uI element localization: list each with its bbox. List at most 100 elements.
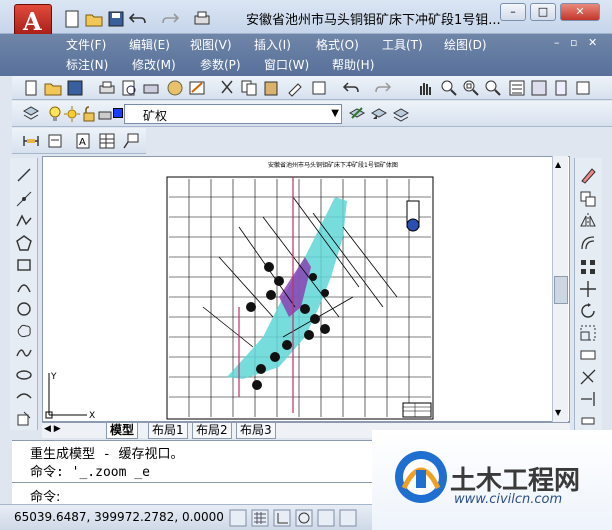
- match-properties-icon[interactable]: [286, 79, 304, 97]
- scroll-down-icon[interactable]: ▼: [555, 408, 561, 417]
- menu-parametric[interactable]: 参数(P): [200, 56, 241, 73]
- menu-dimension[interactable]: 标注(N): [66, 56, 108, 73]
- menu-file[interactable]: 文件(F): [66, 36, 106, 53]
- stretch-tool-icon[interactable]: [579, 346, 597, 364]
- plot-icon[interactable]: [192, 10, 212, 28]
- construction-line-icon[interactable]: [15, 190, 33, 208]
- break-tool-icon[interactable]: [579, 412, 597, 430]
- ellipse-tool-icon[interactable]: [15, 366, 33, 384]
- menu-format[interactable]: 格式(O): [316, 36, 359, 53]
- drafting-toggles[interactable]: [228, 509, 368, 527]
- doc-window-controls[interactable]: – ▫ ✕: [550, 36, 610, 52]
- copy-object-icon[interactable]: [579, 190, 597, 208]
- command-history-line-1: 重生成模型 - 缓存视口。: [30, 447, 184, 462]
- undo-icon[interactable]: [128, 10, 148, 28]
- line-tool-icon[interactable]: [15, 166, 33, 184]
- layer-thaw-sun-icon[interactable]: [64, 106, 80, 122]
- scroll-up-icon[interactable]: ▲: [555, 160, 561, 169]
- save-icon[interactable]: [106, 10, 126, 28]
- tab-scroll-icons[interactable]: ◀ ▶: [44, 424, 61, 434]
- open-icon[interactable]: [44, 79, 62, 97]
- layer-plot-icon[interactable]: [98, 106, 112, 122]
- move-tool-icon[interactable]: [579, 280, 597, 298]
- layer-properties-icon[interactable]: [22, 105, 40, 123]
- menu-draw[interactable]: 绘图(D): [444, 36, 487, 53]
- erase-tool-icon[interactable]: [579, 166, 597, 184]
- layer-color-swatch: [113, 108, 123, 118]
- spline-tool-icon[interactable]: [15, 344, 33, 362]
- menu-help[interactable]: 帮助(H): [332, 56, 374, 73]
- text-style-icon[interactable]: A: [74, 132, 92, 150]
- scroll-thumb[interactable]: [554, 276, 568, 304]
- redo-toolbar-icon[interactable]: [374, 79, 392, 97]
- new-file-icon[interactable]: [62, 10, 82, 28]
- linear-dimension-icon[interactable]: [22, 132, 40, 150]
- drawing-area[interactable]: 安徽省池州市马头铜钼矿床下冲矿段1号钼矿体图 Y X: [42, 156, 570, 422]
- insert-block-icon[interactable]: [15, 410, 33, 428]
- polygon-tool-icon[interactable]: [15, 234, 33, 252]
- mirror-tool-icon[interactable]: [579, 212, 597, 230]
- cut-icon[interactable]: [218, 79, 236, 97]
- zoom-previous-icon[interactable]: [484, 79, 502, 97]
- layer-dropdown[interactable]: 矿权 ▼: [124, 104, 342, 124]
- tab-layout1[interactable]: 布局1: [148, 423, 188, 439]
- restore-button[interactable]: □: [530, 3, 556, 21]
- etransmit-icon[interactable]: [188, 79, 206, 97]
- layer-on-bulb-icon[interactable]: [48, 106, 62, 122]
- chevron-down-icon[interactable]: ▼: [331, 108, 339, 119]
- menu-edit[interactable]: 编辑(E): [129, 36, 170, 53]
- tab-layout2[interactable]: 布局2: [192, 423, 232, 439]
- circle-tool-icon[interactable]: [15, 300, 33, 318]
- make-object-layer-current-icon[interactable]: [348, 105, 366, 123]
- menu-modify[interactable]: 修改(M): [132, 56, 176, 73]
- zoom-window-icon[interactable]: [462, 79, 480, 97]
- plot-preview-icon[interactable]: [120, 79, 138, 97]
- scale-tool-icon[interactable]: [579, 324, 597, 342]
- array-tool-icon[interactable]: [579, 258, 597, 276]
- arc-tool-icon[interactable]: [15, 278, 33, 296]
- layer-states-icon[interactable]: [392, 105, 410, 123]
- revision-cloud-icon[interactable]: [15, 322, 33, 340]
- rotate-tool-icon[interactable]: [579, 302, 597, 320]
- block-editor-icon[interactable]: [310, 79, 328, 97]
- open-folder-icon[interactable]: [84, 10, 104, 28]
- menu-tools[interactable]: 工具(T): [382, 36, 423, 53]
- layer-unlock-icon[interactable]: [82, 106, 96, 122]
- menu-window[interactable]: 窗口(W): [264, 56, 309, 73]
- ellipse-arc-tool-icon[interactable]: [15, 388, 33, 406]
- multileader-style-icon[interactable]: [122, 132, 140, 150]
- 3d-dwf-icon[interactable]: [166, 79, 184, 97]
- copy-icon[interactable]: [240, 79, 258, 97]
- layer-previous-icon[interactable]: [370, 105, 388, 123]
- menu-view[interactable]: 视图(V): [190, 36, 232, 53]
- paste-icon[interactable]: [262, 79, 280, 97]
- pan-icon[interactable]: [416, 79, 434, 97]
- trim-tool-icon[interactable]: [579, 368, 597, 386]
- command-line-input[interactable]: 命令:: [12, 482, 372, 505]
- extend-tool-icon[interactable]: [579, 390, 597, 408]
- table-style-icon[interactable]: [98, 132, 116, 150]
- vertical-scrollbar[interactable]: ▲ ▼: [552, 156, 568, 422]
- tab-layout3[interactable]: 布局3: [236, 423, 276, 439]
- tool-palettes-icon[interactable]: [552, 79, 570, 97]
- publish-icon[interactable]: [142, 79, 160, 97]
- watermark: 土木工程网 www.civilcn.com: [372, 430, 612, 530]
- close-button[interactable]: ✕: [560, 3, 600, 21]
- drawing-canvas[interactable]: 安徽省池州市马头铜钼矿床下冲矿段1号钼矿体图 Y X: [43, 157, 571, 423]
- offset-tool-icon[interactable]: [579, 234, 597, 252]
- print-icon[interactable]: [98, 79, 116, 97]
- dimension-style-icon[interactable]: [46, 132, 64, 150]
- save-toolbar-icon[interactable]: [66, 79, 84, 97]
- sheet-set-icon[interactable]: [574, 79, 592, 97]
- polyline-tool-icon[interactable]: [15, 212, 33, 230]
- rectangle-tool-icon[interactable]: [15, 256, 33, 274]
- undo-toolbar-icon[interactable]: [342, 79, 360, 97]
- redo-icon[interactable]: [160, 10, 180, 28]
- zoom-realtime-icon[interactable]: [440, 79, 458, 97]
- properties-icon[interactable]: [508, 79, 526, 97]
- design-center-icon[interactable]: [530, 79, 548, 97]
- minimize-button[interactable]: –: [500, 3, 526, 21]
- tab-model[interactable]: 模型: [106, 423, 139, 439]
- qnew-icon[interactable]: [22, 79, 40, 97]
- menu-insert[interactable]: 插入(I): [254, 36, 291, 53]
